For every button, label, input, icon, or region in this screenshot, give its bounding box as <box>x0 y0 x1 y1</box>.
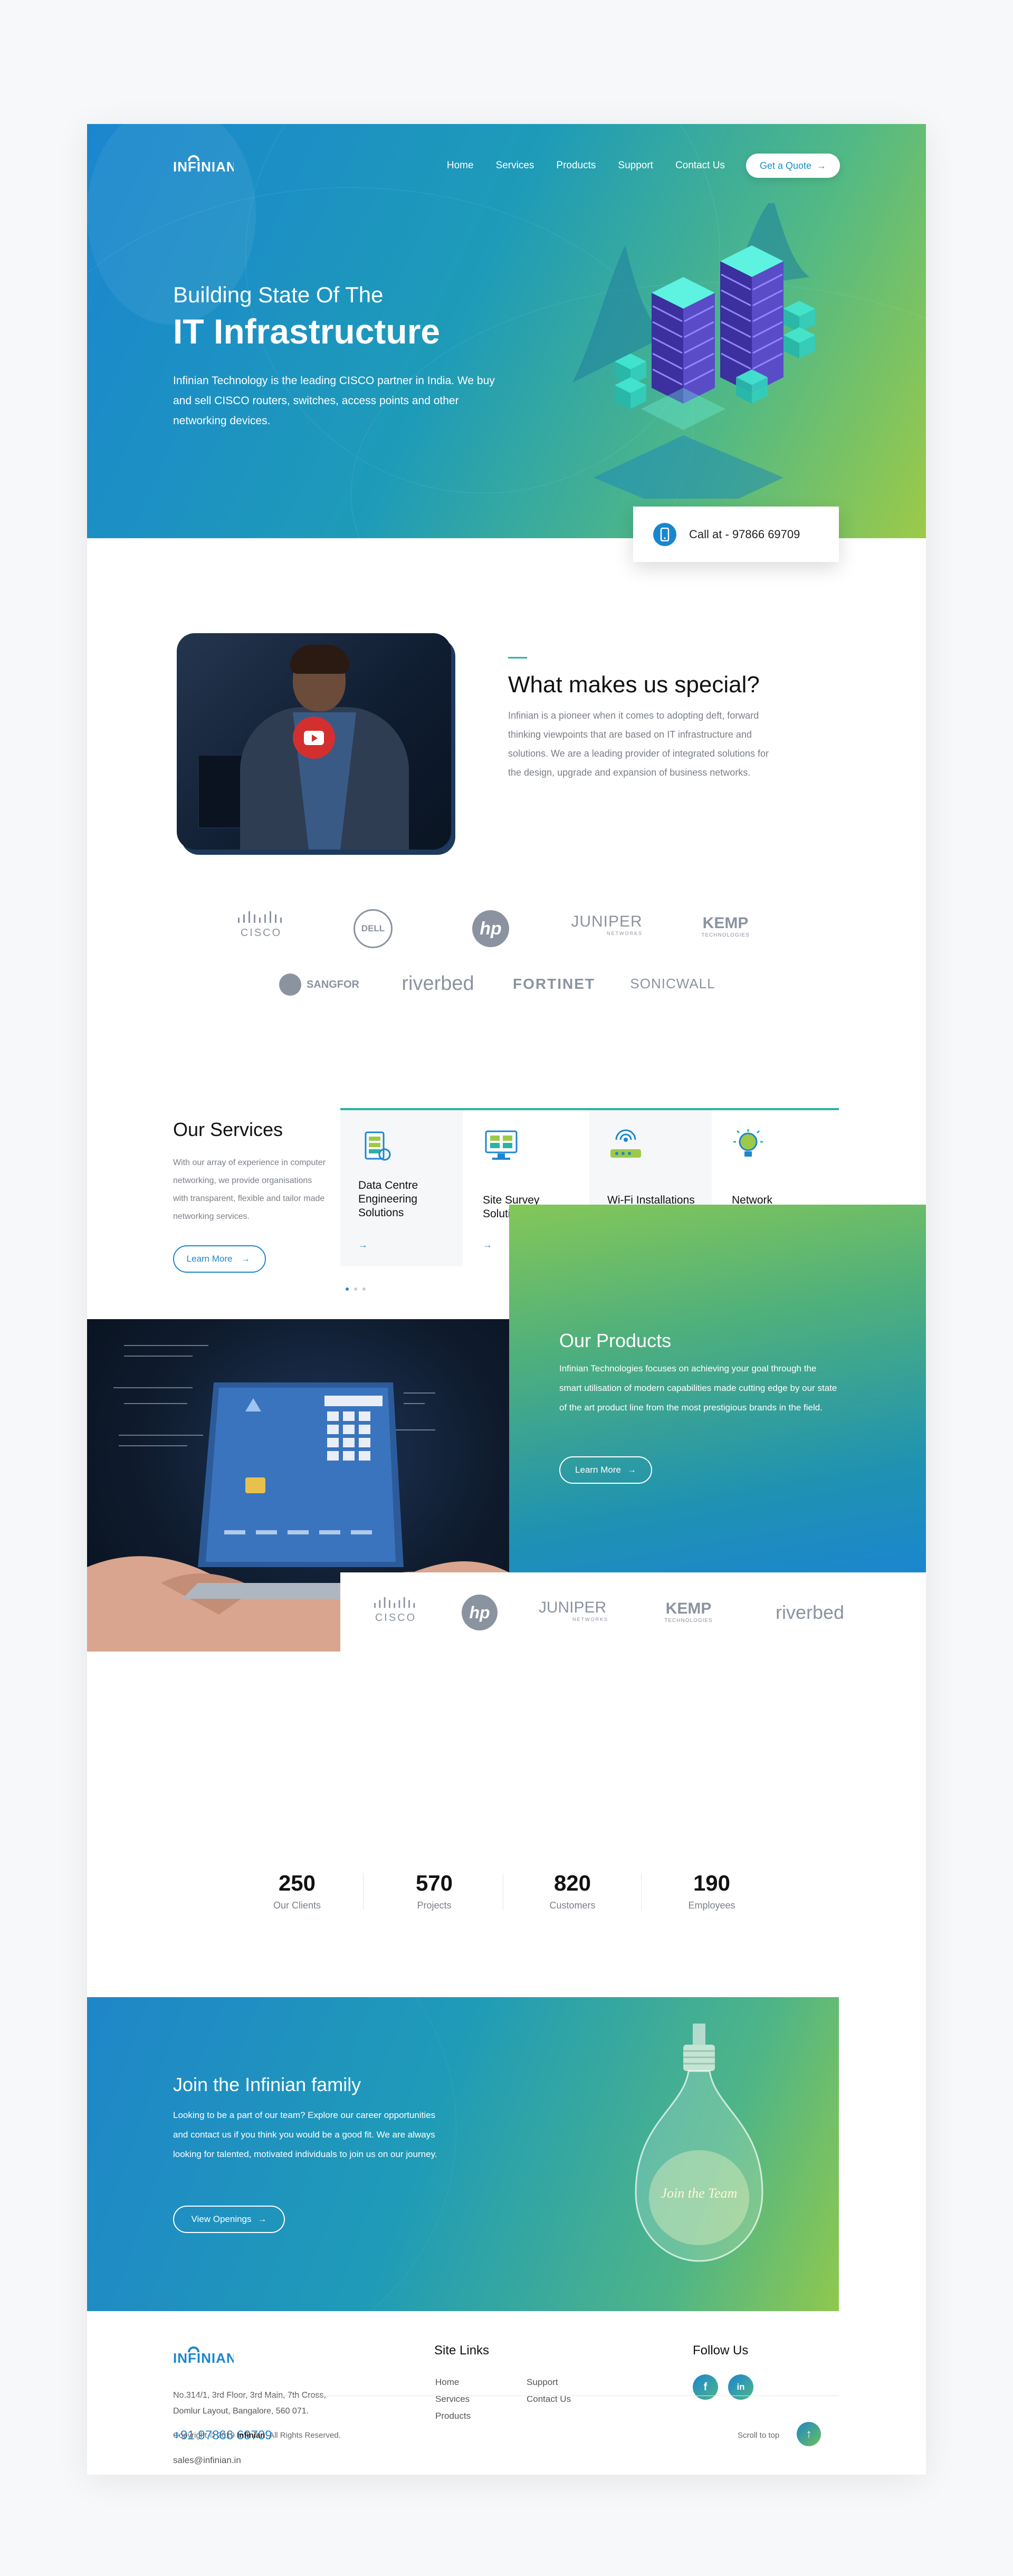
data-centre-icon <box>365 1131 391 1161</box>
partner-hp: hp <box>472 910 509 947</box>
view-openings-button[interactable]: View Openings → <box>173 2206 285 2233</box>
product-brand-cisco: CISCO <box>361 1596 430 1624</box>
stat-employees: 190 Employees <box>688 1871 735 1911</box>
youtube-play-icon[interactable] <box>293 717 335 759</box>
logo[interactable]: INFINIAN <box>173 151 236 180</box>
product-brand-hp: hp <box>462 1595 498 1630</box>
partner-riverbed: riverbed <box>402 972 474 995</box>
video-thumbnail[interactable] <box>177 633 451 850</box>
logo-mark-icon: INFINIAN <box>173 2346 236 2366</box>
arrow-right-icon[interactable]: → <box>358 1239 368 1251</box>
footer-logo[interactable]: INFINIAN <box>173 2343 236 2371</box>
phone-icon <box>653 522 676 546</box>
page-frame: INFINIAN Home Services Products Support … <box>87 124 926 2475</box>
arrow-right-icon: → <box>241 1254 250 1264</box>
svg-text:Join the Team: Join the Team <box>661 2186 738 2201</box>
products-text: Infinian Technologies focuses on achievi… <box>559 1363 837 1413</box>
product-brand-kemp: KEMP TECHNOLOGIES <box>664 1600 713 1624</box>
arrow-right-icon: → <box>257 2214 267 2224</box>
partner-cisco: CISCO <box>224 910 298 939</box>
services-title: Our Services <box>173 1119 283 1140</box>
nav-contact[interactable]: Contact Us <box>675 160 725 171</box>
svg-text:INFINIAN: INFINIAN <box>173 159 234 175</box>
get-quote-button[interactable]: Get a Quote → <box>746 154 840 178</box>
server-stack-left <box>652 277 715 404</box>
footer-email[interactable]: sales@infinian.in <box>173 2455 241 2466</box>
site-links-title: Site Links <box>434 2343 490 2358</box>
footer-link-home[interactable]: Home <box>435 2377 459 2388</box>
logo-mark-icon: INFINIAN <box>173 155 236 175</box>
scroll-to-top-label[interactable]: Scroll to top <box>738 2431 779 2440</box>
carousel-dots[interactable] <box>346 1287 371 1291</box>
cisco-bars-icon <box>374 1597 415 1608</box>
join-title: Join the Infinian family <box>173 2074 361 2095</box>
services-learn-more-button[interactable]: Learn More → <box>173 1245 266 1273</box>
service-card-data-centre[interactable]: Data Centre Engineering Solutions → <box>340 1110 463 1266</box>
server-stacks-illustration <box>572 203 815 499</box>
arrow-right-icon[interactable]: → <box>483 1239 492 1251</box>
nav-products[interactable]: Products <box>556 160 596 171</box>
lightbulb-illustration: Join the Team <box>635 2024 763 2262</box>
site-survey-icon <box>485 1130 518 1160</box>
svg-text:INFINIAN: INFINIAN <box>173 2350 234 2366</box>
service-title: Data Centre Engineering Solutions <box>358 1179 418 1219</box>
copyright: Copyright © 2019 Infinian. All Rights Re… <box>173 2431 341 2440</box>
stat-clients: 250 Our Clients <box>273 1871 321 1911</box>
call-card[interactable]: Call at - 97866 69709 <box>633 507 839 562</box>
join-text: Looking to be a part of our team? Explor… <box>173 2110 437 2159</box>
nav-services[interactable]: Services <box>496 160 534 171</box>
main-nav: Home Services Products Support Contact U… <box>425 154 840 178</box>
footer-link-support[interactable]: Support <box>527 2377 558 2388</box>
product-brands: CISCO hp JUNIPER NETWORKS KEMP TECHNOLOG… <box>340 1572 926 1652</box>
partner-fortinet: FORTINET <box>513 976 595 992</box>
nav-home[interactable]: Home <box>447 160 474 171</box>
arrow-right-icon: → <box>627 1465 636 1475</box>
special-accent-line <box>508 657 527 659</box>
hero-title: IT Infrastructure <box>173 312 441 351</box>
join-section: Join the Infinian family Looking to be a… <box>87 1997 839 2311</box>
partner-sangfor: SANGFOR <box>274 974 364 996</box>
footer-address: No.314/1, 3rd Floor, 3rd Main, 7th Cross… <box>173 2391 326 2416</box>
partner-sonicwall: SONICWALL <box>630 976 715 991</box>
footer-link-products[interactable]: Products <box>435 2411 471 2421</box>
get-quote-label: Get a Quote <box>759 160 811 171</box>
arrow-right-icon: → <box>817 160 826 171</box>
cisco-bars-icon <box>238 911 282 923</box>
stat-projects: 570 Projects <box>415 1871 453 1911</box>
services-text: With our array of experience in computer… <box>173 1158 326 1221</box>
products-title: Our Products <box>559 1330 672 1351</box>
copyright-brand: Infinian <box>237 2431 265 2440</box>
special-title: What makes us special? <box>508 672 760 698</box>
nav-support[interactable]: Support <box>618 160 653 171</box>
hero-section: INFINIAN Home Services Products Support … <box>87 124 926 538</box>
sangfor-logo-icon <box>279 974 301 996</box>
hero-description: Infinian Technology is the leading CISCO… <box>173 375 495 427</box>
hero-subtitle: Building State Of The <box>173 282 384 307</box>
partner-juniper: JUNIPER NETWORKS <box>571 913 643 936</box>
lightbulb-network-icon <box>733 1129 763 1157</box>
wifi-router-icon <box>610 1129 641 1158</box>
product-brand-juniper: JUNIPER NETWORKS <box>538 1599 608 1622</box>
stat-customers: 820 Customers <box>549 1871 596 1911</box>
call-label: Call at - 97866 69709 <box>689 527 800 541</box>
follow-us-title: Follow Us <box>693 2343 749 2358</box>
partner-kemp: KEMP TECHNOLOGIES <box>701 914 750 938</box>
partner-dell: DELL <box>353 909 393 948</box>
scroll-top-icon[interactable]: ↑ <box>797 2422 821 2446</box>
product-brand-riverbed: riverbed <box>775 1601 845 1623</box>
special-text: Infinian is a pioneer when it comes to a… <box>508 710 769 778</box>
products-learn-more-button[interactable]: Learn More → <box>559 1456 652 1484</box>
